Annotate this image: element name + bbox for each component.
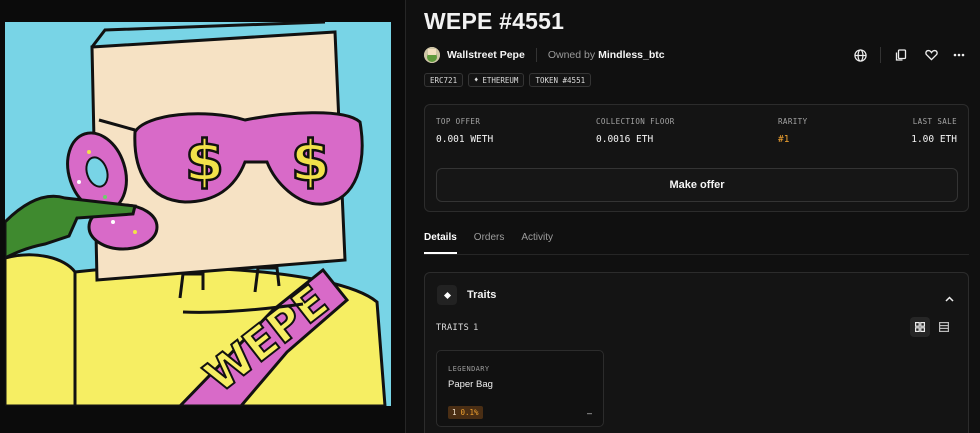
artwork-panel: WEPE $ $	[0, 0, 405, 433]
top-offer-stat: TOP OFFER 0.001 WETH	[436, 117, 493, 145]
nft-title: WEPE #4551	[424, 8, 565, 34]
collection-floor-label: COLLECTION FLOOR	[596, 117, 675, 126]
svg-text:$: $	[291, 129, 330, 194]
traits-count-label: TRAITS	[436, 323, 470, 333]
panel-divider	[405, 0, 406, 433]
more-icon[interactable]	[949, 45, 969, 65]
collection-floor-value: 0.0016 ETH	[596, 134, 654, 145]
traits-header[interactable]: Traits	[437, 285, 496, 305]
globe-icon[interactable]	[850, 45, 870, 65]
make-offer-button[interactable]: Make offer	[436, 168, 958, 202]
trait-rarity-badge: 1 0.1%	[448, 406, 483, 419]
collection-floor-stat: COLLECTION FLOOR 0.0016 ETH	[596, 117, 675, 145]
standard-tag: ERC721	[424, 73, 464, 87]
action-separator	[880, 47, 881, 63]
trait-floor-price: –	[586, 408, 592, 418]
tab-orders[interactable]: Orders	[474, 232, 505, 254]
top-offer-label: TOP OFFER	[436, 117, 481, 126]
tabs-divider	[424, 254, 969, 255]
detail-tabs: Details Orders Activity	[424, 232, 553, 254]
trait-value: Paper Bag	[448, 379, 493, 390]
trait-card[interactable]: LEGENDARY Paper Bag 1 0.1% –	[436, 350, 604, 427]
meta-separator	[535, 48, 537, 62]
trait-percent: 0.1%	[460, 408, 479, 417]
traits-title: Traits	[467, 289, 497, 301]
token-tags: ERC721 ♦ ETHEREUM TOKEN #4551	[424, 73, 592, 87]
rarity-stat: RARITY #1	[778, 117, 808, 145]
last-sale-stat: LAST SALE 1.00 ETH	[911, 117, 957, 145]
stats-card: TOP OFFER 0.001 WETH COLLECTION FLOOR 0.…	[424, 104, 969, 212]
heart-icon[interactable]	[921, 45, 941, 65]
view-toggle	[910, 317, 954, 337]
traits-count-number: 1	[473, 323, 479, 333]
svg-text:$: $	[185, 129, 224, 194]
action-bar	[850, 45, 969, 65]
list-view-icon[interactable]	[934, 317, 954, 337]
token-id-tag: TOKEN #4551	[529, 73, 592, 87]
rarity-value: #1	[778, 134, 790, 145]
tab-details[interactable]: Details	[424, 232, 457, 254]
tab-activity[interactable]: Activity	[521, 232, 553, 254]
traits-section: Traits TRAITS 1 LEGENDARY Paper Bag 1 0.1…	[424, 272, 969, 433]
ethereum-icon: ♦	[474, 76, 479, 84]
chain-tag: ♦ ETHEREUM	[468, 73, 525, 87]
trait-type: LEGENDARY	[448, 365, 490, 373]
last-sale-label: LAST SALE	[912, 117, 957, 126]
top-offer-value: 0.001 WETH	[436, 134, 494, 145]
grid-view-icon[interactable]	[910, 317, 930, 337]
owned-by-label: Owned by	[547, 49, 596, 61]
nft-artwork[interactable]: WEPE $ $	[5, 22, 391, 406]
rarity-label: RARITY	[778, 117, 808, 126]
chevron-up-icon[interactable]	[945, 289, 954, 307]
standard-tag-label: ERC721	[430, 75, 458, 85]
last-sale-value: 1.00 ETH	[911, 134, 957, 145]
owner-link[interactable]: Mindless_btc	[598, 49, 665, 61]
copy-icon[interactable]	[891, 45, 911, 65]
trait-count: 1	[452, 408, 457, 417]
chain-tag-label: ETHEREUM	[482, 75, 519, 85]
collection-avatar[interactable]	[424, 47, 440, 63]
meta-row: Wallstreet Pepe Owned by Mindless_btc	[424, 46, 665, 64]
collection-name-link[interactable]: Wallstreet Pepe	[447, 49, 525, 61]
traits-icon	[437, 285, 457, 305]
traits-count: TRAITS 1	[436, 323, 479, 333]
token-id-label: TOKEN #4551	[535, 75, 586, 85]
